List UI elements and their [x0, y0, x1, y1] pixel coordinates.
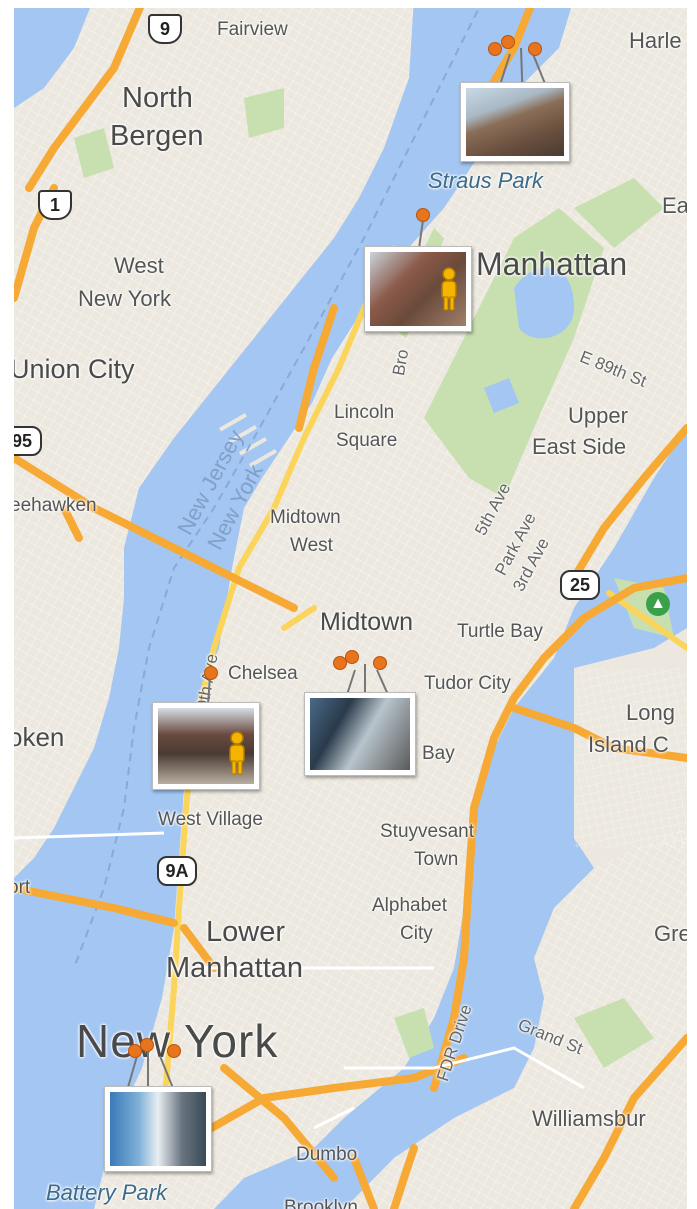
label-west-ny-1: West [114, 253, 164, 278]
label-chelsea: Chelsea [228, 663, 298, 684]
label-west-village: West Village [158, 809, 263, 830]
label-broadway: Bro [389, 347, 413, 378]
photo-pin[interactable] [416, 208, 430, 222]
label-lower-2: Manhattan [166, 952, 304, 984]
label-midtown: Midtown [320, 608, 414, 636]
photo-pin[interactable] [501, 35, 515, 49]
route-495-shield: 95 [14, 426, 42, 456]
label-bay: Bay [422, 743, 455, 764]
label-greenpoint: Gre [654, 921, 687, 946]
photo-pin[interactable] [373, 656, 387, 670]
photo-pin[interactable] [140, 1038, 154, 1052]
label-stuyvesant-1: Stuyvesant [380, 821, 474, 842]
label-brooklyn: Brooklyn [284, 1197, 358, 1209]
route-25-shield: 25 [560, 570, 600, 600]
label-lincoln-2: Square [336, 430, 398, 451]
pegman-icon[interactable] [434, 266, 464, 312]
label-weehawken: eehawken [14, 495, 97, 516]
label-alphabet-2: City [400, 923, 433, 944]
photo-pin[interactable] [167, 1044, 181, 1058]
label-fairview: Fairview [217, 19, 288, 40]
photo-thumb-battery-park[interactable] [104, 1086, 212, 1172]
building-photo [310, 698, 410, 770]
label-manhattan: Manhattan [476, 246, 628, 282]
label-hoboken: oken [14, 722, 65, 752]
route-1-shield: 1 [38, 190, 72, 220]
label-union-city: Union City [14, 354, 135, 384]
label-lower-1: Lower [206, 916, 285, 948]
route-9a-shield: 9A [157, 856, 197, 886]
photo-thumb-straus-park[interactable] [460, 82, 570, 162]
photo-pin[interactable] [528, 42, 542, 56]
label-long-island-2: Island C [588, 732, 669, 757]
photo-thumb-murray-hill[interactable] [304, 692, 416, 776]
park-tree-icon[interactable]: ▲ [646, 592, 670, 616]
caption-straus-park: Straus Park [428, 168, 543, 193]
label-lincoln-1: Lincoln [334, 402, 395, 423]
label-north-bergen-2: Bergen [110, 120, 204, 152]
label-harlem: Harle [629, 28, 682, 53]
label-turtle-bay: Turtle Bay [457, 621, 543, 642]
label-midtown-west-1: Midtown [270, 507, 341, 528]
building-photo [466, 88, 564, 156]
photo-pin[interactable] [488, 42, 502, 56]
label-alphabet-1: Alphabet [372, 895, 448, 916]
pegman-icon[interactable] [222, 730, 252, 776]
photo-pin[interactable] [345, 650, 359, 664]
label-east-harlem: Ea [662, 193, 687, 218]
photo-pin[interactable] [204, 666, 218, 680]
label-midtown-west-2: West [290, 535, 333, 556]
building-photo [110, 1092, 206, 1166]
label-west-ny-2: New York [78, 286, 171, 311]
route-9-shield: 9 [148, 14, 182, 44]
label-north-bergen-1: North [122, 82, 193, 114]
label-williamsburg: Williamsbur [532, 1106, 646, 1131]
caption-battery-park: Battery Park [46, 1180, 168, 1205]
label-stuyvesant-2: Town [414, 849, 459, 870]
label-dumbo: Dumbo [296, 1144, 358, 1165]
label-ues-1: Upper [568, 403, 628, 428]
label-tudor-city: Tudor City [424, 673, 511, 694]
label-port: ort [14, 877, 31, 898]
label-long-island-1: Long [626, 700, 675, 725]
map-canvas[interactable]: Fairview North Bergen West New York Unio… [14, 8, 687, 1209]
label-ues-2: East Side [532, 434, 627, 459]
